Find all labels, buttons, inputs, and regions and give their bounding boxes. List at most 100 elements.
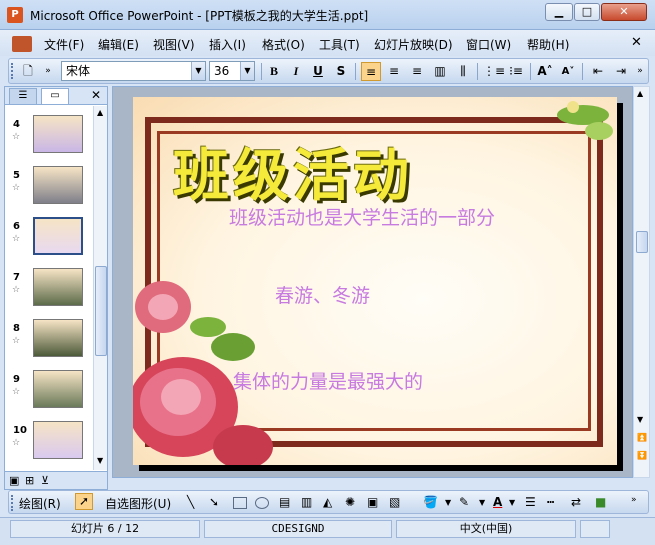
decrease-indent-icon[interactable]: ⇤ (588, 62, 608, 81)
chevron-down-icon[interactable]: ▼ (509, 498, 515, 507)
outline-tab-icon[interactable]: ☰ (9, 88, 37, 104)
font-color-icon[interactable]: A (493, 495, 502, 509)
minimize-button[interactable]: ▁ (545, 3, 573, 21)
arrow-tool-icon[interactable]: ➘ (209, 495, 219, 509)
arrow-style-icon[interactable]: ⇄ (571, 495, 581, 509)
toolbar-divider (261, 63, 262, 80)
slide-thumbnail-5[interactable]: 5 ☆ (5, 166, 93, 212)
slide-canvas[interactable]: 班级活动 班级活动也是大学生活的一部分 春游、冬游 集体的力量是最强大的 (133, 97, 617, 465)
thumbnail-number: 5 (13, 170, 20, 181)
decrease-font-icon[interactable]: A˅ (558, 62, 578, 81)
rectangle-tool-icon[interactable] (233, 497, 247, 509)
chevron-down-icon[interactable]: ▼ (240, 62, 254, 80)
slide-thumbnail-9[interactable]: 9 ☆ (5, 370, 93, 416)
scroll-up-icon[interactable]: ▲ (637, 89, 643, 98)
menu-file[interactable]: 文件(F) (44, 36, 84, 53)
select-arrow-icon[interactable]: ➚ (75, 493, 93, 510)
design-template-name: CDESIGND (204, 520, 392, 538)
menu-view[interactable]: 视图(V) (153, 36, 195, 53)
menu-format[interactable]: 格式(O) (262, 36, 305, 53)
scroll-down-icon[interactable]: ▼ (637, 415, 643, 424)
distribute-icon[interactable]: ▥ (430, 62, 450, 81)
new-document-icon[interactable]: 🗋 (19, 62, 37, 81)
bullets-icon[interactable]: ⁝≡ (506, 62, 526, 81)
clipart-icon[interactable]: ▣ (367, 495, 378, 509)
toolbar-grip[interactable] (11, 495, 14, 511)
align-center-icon[interactable]: ≡ (384, 62, 404, 81)
scroll-down-icon[interactable]: ▼ (97, 456, 103, 465)
font-size-select[interactable]: 36 ▼ (209, 61, 255, 81)
toolbar-divider (477, 63, 478, 80)
slide-text-line2[interactable]: 春游、冬游 (275, 281, 370, 308)
line-style-icon[interactable]: ☰ (525, 495, 536, 509)
menu-tools[interactable]: 工具(T) (319, 36, 360, 53)
dash-style-icon[interactable]: ┅ (547, 495, 554, 509)
diagram-icon[interactable]: ✺ (345, 495, 355, 509)
close-pane-icon[interactable]: ✕ (91, 88, 101, 102)
toolbar-options-icon[interactable]: » (634, 62, 646, 81)
slide-text-line1[interactable]: 班级活动也是大学生活的一部分 (229, 203, 495, 230)
chevron-down-icon[interactable]: ▼ (479, 498, 485, 507)
oval-tool-icon[interactable] (255, 497, 269, 509)
slide-thumbnail-8[interactable]: 8 ☆ (5, 319, 93, 365)
slide-text-line3[interactable]: 集体的力量是最强大的 (233, 367, 423, 394)
leaf-decoration-image (557, 101, 613, 140)
maximize-button[interactable]: □ (574, 3, 600, 21)
document-icon[interactable] (12, 36, 32, 52)
underline-button[interactable]: U (309, 62, 327, 81)
line-color-icon[interactable]: ✎ (459, 495, 469, 509)
slide-thumbnail-10[interactable]: 10 ☆ (5, 421, 93, 467)
align-right-icon[interactable]: ≡ (407, 62, 427, 81)
sorter-view-icon[interactable]: ⊞ (25, 474, 34, 487)
editor-scrollbar[interactable]: ▲ ▼ ⏫ ⏬ (633, 86, 650, 478)
draw-menu-button[interactable]: 绘图(R) (19, 495, 61, 512)
scrollbar-thumb[interactable] (95, 266, 107, 356)
line-tool-icon[interactable]: ╲ (187, 495, 194, 509)
close-document-icon[interactable]: ✕ (631, 35, 642, 50)
scrollbar-thumb[interactable] (636, 231, 648, 253)
autoshapes-button[interactable]: 自选图形(U) (105, 495, 171, 512)
slideshow-view-icon[interactable]: ⊻ (41, 474, 49, 487)
italic-button[interactable]: I (287, 62, 305, 81)
thumbnail-image (33, 115, 83, 153)
menu-edit[interactable]: 编辑(E) (98, 36, 139, 53)
vertical-textbox-icon[interactable]: ▥ (301, 495, 312, 509)
menu-help[interactable]: 帮助(H) (527, 36, 569, 53)
menu-insert[interactable]: 插入(I) (209, 36, 246, 53)
chevron-down-icon[interactable]: ▼ (445, 498, 451, 507)
bold-button[interactable]: B (265, 62, 283, 81)
fill-color-icon[interactable]: 🪣 (423, 495, 438, 509)
increase-indent-icon[interactable]: ⇥ (611, 62, 631, 81)
normal-view-icon[interactable]: ▣ (9, 474, 19, 487)
close-button[interactable]: ✕ (601, 3, 647, 21)
slide-title[interactable]: 班级活动 (173, 131, 413, 212)
slide-indicator: 幻灯片 6 / 12 (10, 520, 200, 538)
increase-font-icon[interactable]: A˄ (535, 62, 555, 81)
menu-window[interactable]: 窗口(W) (466, 36, 511, 53)
textbox-tool-icon[interactable]: ▤ (279, 495, 290, 509)
toolbar-options-icon[interactable]: » (43, 62, 53, 81)
toolbar-grip[interactable] (11, 63, 14, 79)
toolbar-divider (355, 63, 356, 80)
slide-thumbnail-4[interactable]: 4 ☆ (5, 115, 93, 161)
align-left-icon[interactable]: ≡ (361, 62, 381, 81)
shadow-button[interactable]: S (332, 62, 350, 81)
toolbar-options-icon[interactable]: » (631, 495, 637, 505)
shadow-style-icon[interactable]: ■ (595, 495, 606, 509)
scroll-up-icon[interactable]: ▲ (97, 108, 103, 117)
window-title: Microsoft Office PowerPoint - [PPT模板之我的大… (30, 9, 369, 23)
next-slide-icon[interactable]: ⏬ (637, 451, 647, 460)
picture-icon[interactable]: ▧ (389, 495, 400, 509)
chevron-down-icon[interactable]: ▼ (191, 62, 205, 80)
wordart-icon[interactable]: ◭ (323, 495, 332, 509)
thumbnail-image (33, 268, 83, 306)
previous-slide-icon[interactable]: ⏫ (637, 433, 647, 442)
numbering-icon[interactable]: ⋮≡ (483, 62, 505, 81)
slide-thumbnail-7[interactable]: 7 ☆ (5, 268, 93, 314)
menu-slideshow[interactable]: 幻灯片放映(D) (374, 36, 453, 53)
font-name-select[interactable]: 宋体 ▼ (61, 61, 206, 81)
slides-scrollbar[interactable]: ▲ ▼ (93, 106, 107, 470)
text-direction-icon[interactable]: ⫼ (453, 62, 473, 81)
slide-thumbnail-6[interactable]: 6 ☆ (5, 217, 93, 263)
slides-tab-icon[interactable]: ▭ (41, 88, 69, 104)
